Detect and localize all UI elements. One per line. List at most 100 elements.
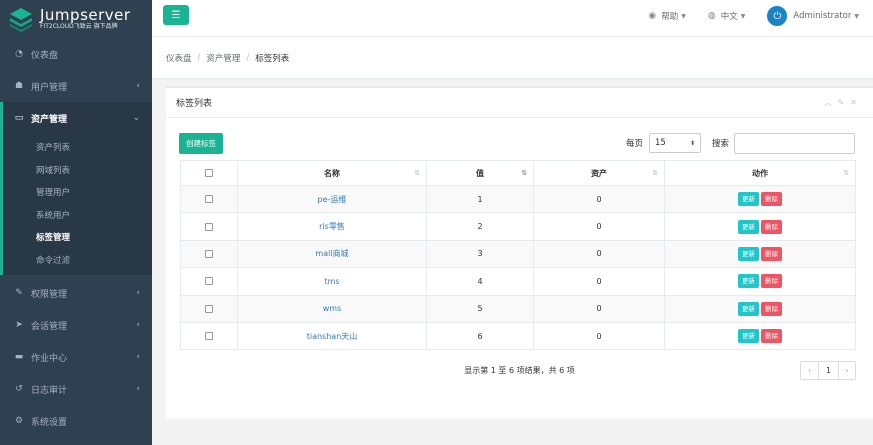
topbar-right: ◉ 帮助 ▼ ◍ 中文 ▼ ⏻ Administrator ▼: [626, 0, 859, 32]
help-menu[interactable]: ◉ 帮助 ▼: [648, 10, 686, 22]
avatar: ⏻: [767, 6, 788, 26]
submenu-asset-list[interactable]: 资产列表: [3, 136, 152, 159]
page-size-select[interactable]: 15 ⬍: [648, 133, 701, 153]
chevron-left-icon: ‹: [136, 352, 140, 362]
next-page-button[interactable]: ›: [838, 362, 855, 379]
breadcrumb-dashboard[interactable]: 仪表盘: [166, 52, 192, 64]
row-checkbox[interactable]: [205, 277, 213, 286]
update-button[interactable]: 更新: [738, 219, 759, 234]
sidebar-item-audit[interactable]: ↺ 日志审计 ‹: [0, 373, 152, 405]
panel-header: 标签列表 ︿✎✕: [166, 88, 873, 118]
label-name-link[interactable]: tms: [324, 277, 339, 286]
label-value: 1: [426, 184, 534, 214]
update-button[interactable]: 更新: [738, 274, 759, 289]
column-value-label: 值: [476, 168, 484, 178]
label-name-link[interactable]: tianshan天山: [307, 332, 358, 341]
wrench-icon[interactable]: ✎: [838, 98, 851, 107]
delete-button[interactable]: 删除: [761, 329, 782, 344]
submenu-system-user[interactable]: 系统用户: [3, 204, 152, 227]
users-icon: ☗: [14, 81, 24, 91]
menu-toggle-button[interactable]: ☰: [163, 5, 189, 25]
table-toolbar: 创建标签 每页 15 ⬍ 搜索: [179, 132, 855, 154]
assets-submenu: 资产列表 网域列表 管理用户 系统用户 标签管理 命令过滤: [0, 134, 152, 275]
user-menu[interactable]: ⏻ Administrator ▼: [767, 6, 859, 26]
sidebar-item-label: 仪表盘: [31, 50, 59, 61]
label-table: 名称 ⇅ 值 ⇅ 资产 ⇅ 动作 ⇅ pe-运维 1 0 更新 删除 ris零售 2 0 …: [180, 160, 856, 351]
column-actions: 动作 ⇅: [664, 160, 856, 186]
column-assets[interactable]: 资产 ⇅: [533, 160, 665, 186]
label-name-link[interactable]: pe-运维: [318, 195, 347, 204]
update-button[interactable]: 更新: [738, 301, 759, 316]
delete-button[interactable]: 删除: [761, 192, 782, 207]
submenu-admin-user[interactable]: 管理用户: [3, 181, 152, 204]
panel-tools: ︿✎✕: [824, 97, 863, 108]
submenu-label-management[interactable]: 标签管理: [3, 226, 152, 249]
table-header-row: 名称 ⇅ 值 ⇅ 资产 ⇅ 动作 ⇅: [180, 160, 856, 186]
update-button[interactable]: 更新: [738, 192, 759, 207]
sort-icon: ⇅: [414, 169, 420, 177]
dashboard-icon: ◔: [15, 49, 23, 59]
sidebar-nav: ◔ 仪表盘 ☗ 用户管理 ‹ ▭ 资产管理 ⌄ 资产列表 网域列表 管理用户 系…: [0, 38, 152, 437]
chevron-left-icon: ‹: [136, 384, 140, 394]
sidebar-item-permissions[interactable]: ✎ 权限管理 ‹: [0, 277, 152, 309]
update-button[interactable]: 更新: [738, 329, 759, 344]
sidebar-item-label: 日志审计: [31, 385, 68, 396]
update-button[interactable]: 更新: [738, 246, 759, 261]
sidebar-item-settings[interactable]: ⚙ 系统设置: [0, 405, 152, 437]
assets-icon: ▭: [14, 113, 24, 123]
row-checkbox[interactable]: [205, 304, 213, 313]
label-name-link[interactable]: mall商城: [315, 249, 348, 258]
delete-button[interactable]: 删除: [761, 274, 782, 289]
language-menu[interactable]: ◍ 中文 ▼: [708, 10, 746, 22]
create-label-button[interactable]: 创建标签: [179, 132, 223, 154]
sidebar-item-sessions[interactable]: ➤ 会话管理 ‹: [0, 309, 152, 341]
column-name-label: 名称: [324, 168, 340, 178]
breadcrumb-separator: /: [246, 52, 250, 63]
sort-asc-icon: ⇅: [521, 169, 527, 177]
label-value: 4: [426, 267, 534, 296]
row-checkbox[interactable]: [205, 222, 213, 231]
help-label: 帮助: [661, 12, 679, 22]
label-value: 6: [426, 321, 534, 351]
delete-button[interactable]: 删除: [761, 219, 782, 234]
eye-icon: ◉: [648, 11, 657, 21]
panel-title: 标签列表: [176, 99, 213, 109]
close-icon[interactable]: ✕: [850, 98, 863, 107]
row-checkbox[interactable]: [205, 249, 213, 258]
column-name[interactable]: 名称 ⇅: [237, 160, 427, 186]
sidebar-item-dashboard[interactable]: ◔ 仪表盘: [0, 38, 152, 70]
label-value: 5: [426, 294, 534, 323]
label-value: 3: [426, 239, 534, 269]
submenu-command-filter[interactable]: 命令过滤: [3, 249, 152, 272]
delete-button[interactable]: 删除: [761, 301, 782, 316]
label-name-link[interactable]: wms: [323, 304, 342, 313]
sidebar-item-label: 会话管理: [31, 321, 68, 332]
breadcrumb: 仪表盘 / 资产管理 / 标签列表: [152, 37, 873, 79]
submenu-domain-list[interactable]: 网域列表: [3, 159, 152, 182]
row-checkbox[interactable]: [205, 332, 213, 341]
row-checkbox[interactable]: [205, 195, 213, 204]
asset-count: 0: [533, 294, 665, 323]
table-row: pe-运维 1 0 更新 删除: [180, 184, 856, 214]
label-list-panel: 标签列表 ︿✎✕ 创建标签 每页 15 ⬍ 搜索 名称 ⇅ 值 ⇅ 资产 ⇅ 动作 ⇅: [166, 86, 873, 419]
label-value: 2: [426, 212, 534, 241]
breadcrumb-assets[interactable]: 资产管理: [206, 52, 240, 64]
page-1-button[interactable]: 1: [818, 362, 838, 379]
prev-page-button[interactable]: ‹: [801, 362, 818, 379]
caret-down-icon: ▼: [854, 12, 859, 20]
asset-count: 0: [533, 212, 665, 241]
sidebar-item-users[interactable]: ☗ 用户管理 ‹: [0, 70, 152, 102]
select-all-checkbox[interactable]: [205, 169, 213, 177]
label-name-link[interactable]: ris零售: [319, 222, 345, 231]
collapse-icon[interactable]: ︿: [824, 98, 838, 107]
settings-icon: ⚙: [14, 416, 24, 426]
delete-button[interactable]: 删除: [761, 246, 782, 261]
logo[interactable]: Jumpserver FIT2CLOUD飞致云 旗下品牌: [0, 0, 152, 38]
sidebar-item-assets[interactable]: ▭ 资产管理 ⌄: [0, 102, 152, 134]
select-all-header[interactable]: [180, 160, 238, 186]
column-value[interactable]: 值 ⇅: [426, 160, 534, 186]
breadcrumb-separator: /: [197, 52, 201, 63]
search-input[interactable]: [734, 132, 855, 154]
pagination: ‹ 1 ›: [800, 361, 856, 380]
sidebar-item-jobs[interactable]: ▬ 作业中心 ‹: [0, 341, 152, 373]
